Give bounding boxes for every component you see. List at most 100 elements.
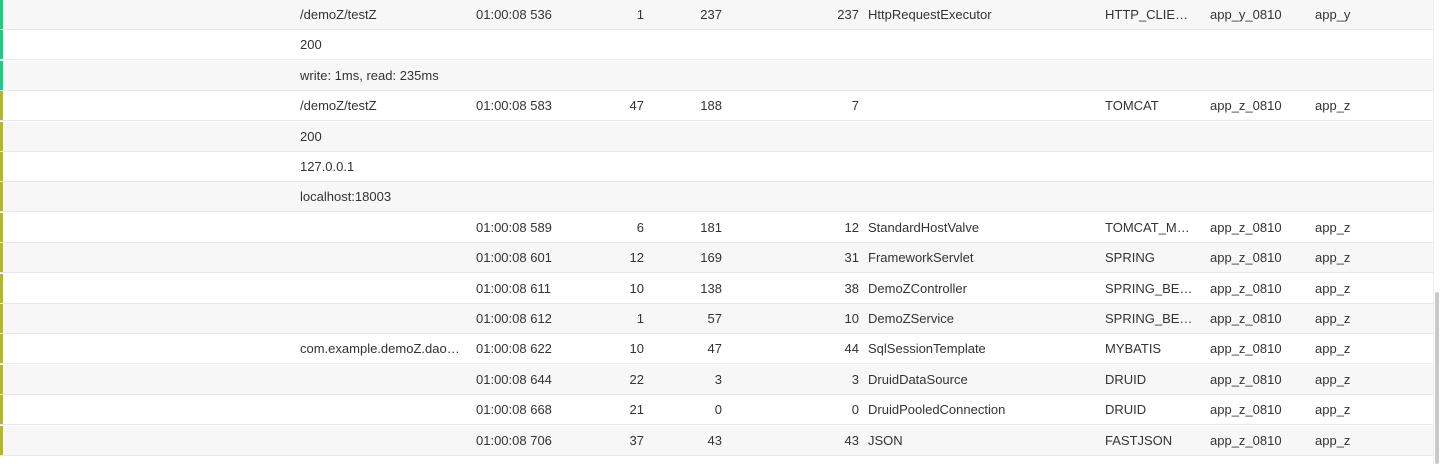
self-ms-cell: 237: [837, 7, 859, 22]
self-ms-cell: 10: [844, 311, 859, 326]
application-cell: app_z: [1315, 281, 1351, 296]
class-name-cell: [868, 91, 1093, 121]
row-app-stripe: [0, 0, 3, 29]
row-app-stripe: [0, 334, 3, 363]
vertical-scrollbar[interactable]: [1433, 0, 1440, 464]
start-time-cell: 01:00:08 612: [476, 311, 552, 326]
gap-cell: 21: [629, 402, 644, 417]
class-name-cell: DemoZService: [868, 311, 954, 326]
exec-ms-cell: 237: [700, 7, 722, 22]
table-row[interactable]: 01:00:08 589 6 181 12 StandardHostValve TOMCA…: [0, 213, 1434, 243]
start-time-cell: 01:00:08 536: [476, 7, 552, 22]
table-row[interactable]: 01:00:08 612 1 57 10 DemoZService SPRING_BEAN…: [0, 304, 1434, 334]
api-type-cell: MYBATIS: [1105, 341, 1162, 356]
gap-cell: 1: [636, 7, 644, 22]
agent-id-cell: app_z_0810: [1210, 98, 1282, 113]
row-app-stripe: [0, 304, 3, 333]
exec-ms-cell: 188: [700, 98, 722, 113]
exec-ms-cell: 0: [714, 402, 722, 417]
class-name-cell: JSON: [868, 433, 903, 448]
agent-id-cell: app_z_0810: [1210, 311, 1282, 326]
start-time-cell: 01:00:08 668: [476, 402, 552, 417]
api-type-cell: SPRING_BEAN: [1105, 311, 1197, 326]
self-ms-cell: 3: [851, 372, 859, 387]
table-detail-row[interactable]: 200: [0, 122, 1434, 152]
row-app-stripe: [0, 30, 3, 59]
row-app-stripe: [0, 91, 3, 120]
start-time-cell: 01:00:08 601: [476, 250, 552, 265]
application-cell: app_z: [1315, 341, 1351, 356]
row-app-stripe: [0, 213, 3, 242]
table-row[interactable]: /demoZ/testZ 01:00:08 536 1 237 237 HttpReque…: [0, 0, 1434, 30]
argument-cell: [300, 243, 462, 273]
gap-cell: 10: [629, 281, 644, 296]
table-row[interactable]: com.example.demoZ.dao.… 01:00:08 622 10 47 4…: [0, 334, 1434, 364]
argument-cell: [300, 395, 462, 425]
agent-id-cell: app_z_0810: [1210, 372, 1282, 387]
table-row[interactable]: /demoZ/testZ 01:00:08 583 47 188 7 TOMCAT app_…: [0, 91, 1434, 121]
self-ms-cell: 7: [851, 98, 859, 113]
row-app-stripe: [0, 182, 3, 211]
class-name-cell: SqlSessionTemplate: [868, 341, 986, 356]
gap-cell: 47: [629, 98, 644, 113]
api-type-cell: FASTJSON: [1105, 433, 1173, 448]
call-tree-table: /demoZ/testZ 01:00:08 536 1 237 237 HttpReque…: [0, 0, 1434, 464]
start-time-cell: 01:00:08 644: [476, 372, 552, 387]
row-app-stripe: [0, 61, 3, 90]
gap-cell: 22: [629, 372, 644, 387]
argument-cell: /demoZ/testZ: [300, 98, 377, 113]
table-row[interactable]: 01:00:08 644 22 3 3 DruidDataSource DRUID app_…: [0, 365, 1434, 395]
application-cell: app_z: [1315, 402, 1351, 417]
agent-id-cell: app_z_0810: [1210, 220, 1282, 235]
exec-ms-cell: 181: [700, 220, 722, 235]
argument-cell: [300, 365, 462, 395]
argument-cell: [300, 274, 462, 304]
application-cell: app_z: [1315, 372, 1351, 387]
row-app-stripe: [0, 395, 3, 424]
table-row[interactable]: 01:00:08 601 12 169 31 FrameworkServlet SPRIN…: [0, 243, 1434, 273]
table-detail-row[interactable]: 127.0.0.1: [0, 152, 1434, 182]
row-app-stripe: [0, 426, 3, 455]
application-cell: app_z: [1315, 98, 1351, 113]
agent-id-cell: app_z_0810: [1210, 402, 1282, 417]
detail-value: 200: [300, 129, 322, 144]
row-app-stripe: [0, 243, 3, 272]
start-time-cell: 01:00:08 611: [476, 281, 551, 296]
api-type-cell: SPRING: [1105, 250, 1155, 265]
agent-id-cell: app_y_0810: [1210, 7, 1282, 22]
exec-ms-cell: 43: [707, 433, 722, 448]
class-name-cell: DruidPooledConnection: [868, 402, 1006, 417]
gap-cell: 10: [629, 341, 644, 356]
self-ms-cell: 31: [844, 250, 859, 265]
argument-cell: com.example.demoZ.dao.…: [300, 341, 462, 356]
class-name-cell: DemoZController: [868, 281, 967, 296]
row-app-stripe: [0, 152, 3, 181]
row-app-stripe: [0, 274, 3, 303]
table-row[interactable]: 01:00:08 706 37 43 43 JSON FASTJSON app_z_0810…: [0, 426, 1434, 456]
exec-ms-cell: 169: [700, 250, 722, 265]
api-type-cell: HTTP_CLIENT_4: [1105, 7, 1197, 22]
self-ms-cell: 38: [844, 281, 859, 296]
detail-value: localhost:18003: [300, 189, 392, 204]
application-cell: app_z: [1315, 220, 1351, 235]
self-ms-cell: 12: [844, 220, 859, 235]
exec-ms-cell: 3: [714, 372, 722, 387]
class-name-cell: StandardHostValve: [868, 220, 980, 235]
class-name-cell: DruidDataSource: [868, 372, 968, 387]
scrollbar-thumb[interactable]: [1435, 292, 1439, 464]
table-detail-row[interactable]: 200: [0, 30, 1434, 60]
agent-id-cell: app_z_0810: [1210, 250, 1282, 265]
table-row[interactable]: 01:00:08 611 10 138 38 DemoZController SPRING…: [0, 274, 1434, 304]
exec-ms-cell: 47: [707, 341, 722, 356]
start-time-cell: 01:00:08 706: [476, 433, 552, 448]
table-detail-row[interactable]: localhost:18003: [0, 182, 1434, 212]
detail-value: 200: [300, 37, 322, 52]
table-detail-row[interactable]: write: 1ms, read: 235ms: [0, 61, 1434, 91]
detail-value: write: 1ms, read: 235ms: [300, 68, 439, 83]
start-time-cell: 01:00:08 589: [476, 220, 552, 235]
api-type-cell: DRUID: [1105, 372, 1147, 387]
agent-id-cell: app_z_0810: [1210, 433, 1282, 448]
start-time-cell: 01:00:08 583: [476, 98, 552, 113]
table-row[interactable]: 01:00:08 668 21 0 0 DruidPooledConnection DRU…: [0, 395, 1434, 425]
self-ms-cell: 43: [844, 433, 859, 448]
